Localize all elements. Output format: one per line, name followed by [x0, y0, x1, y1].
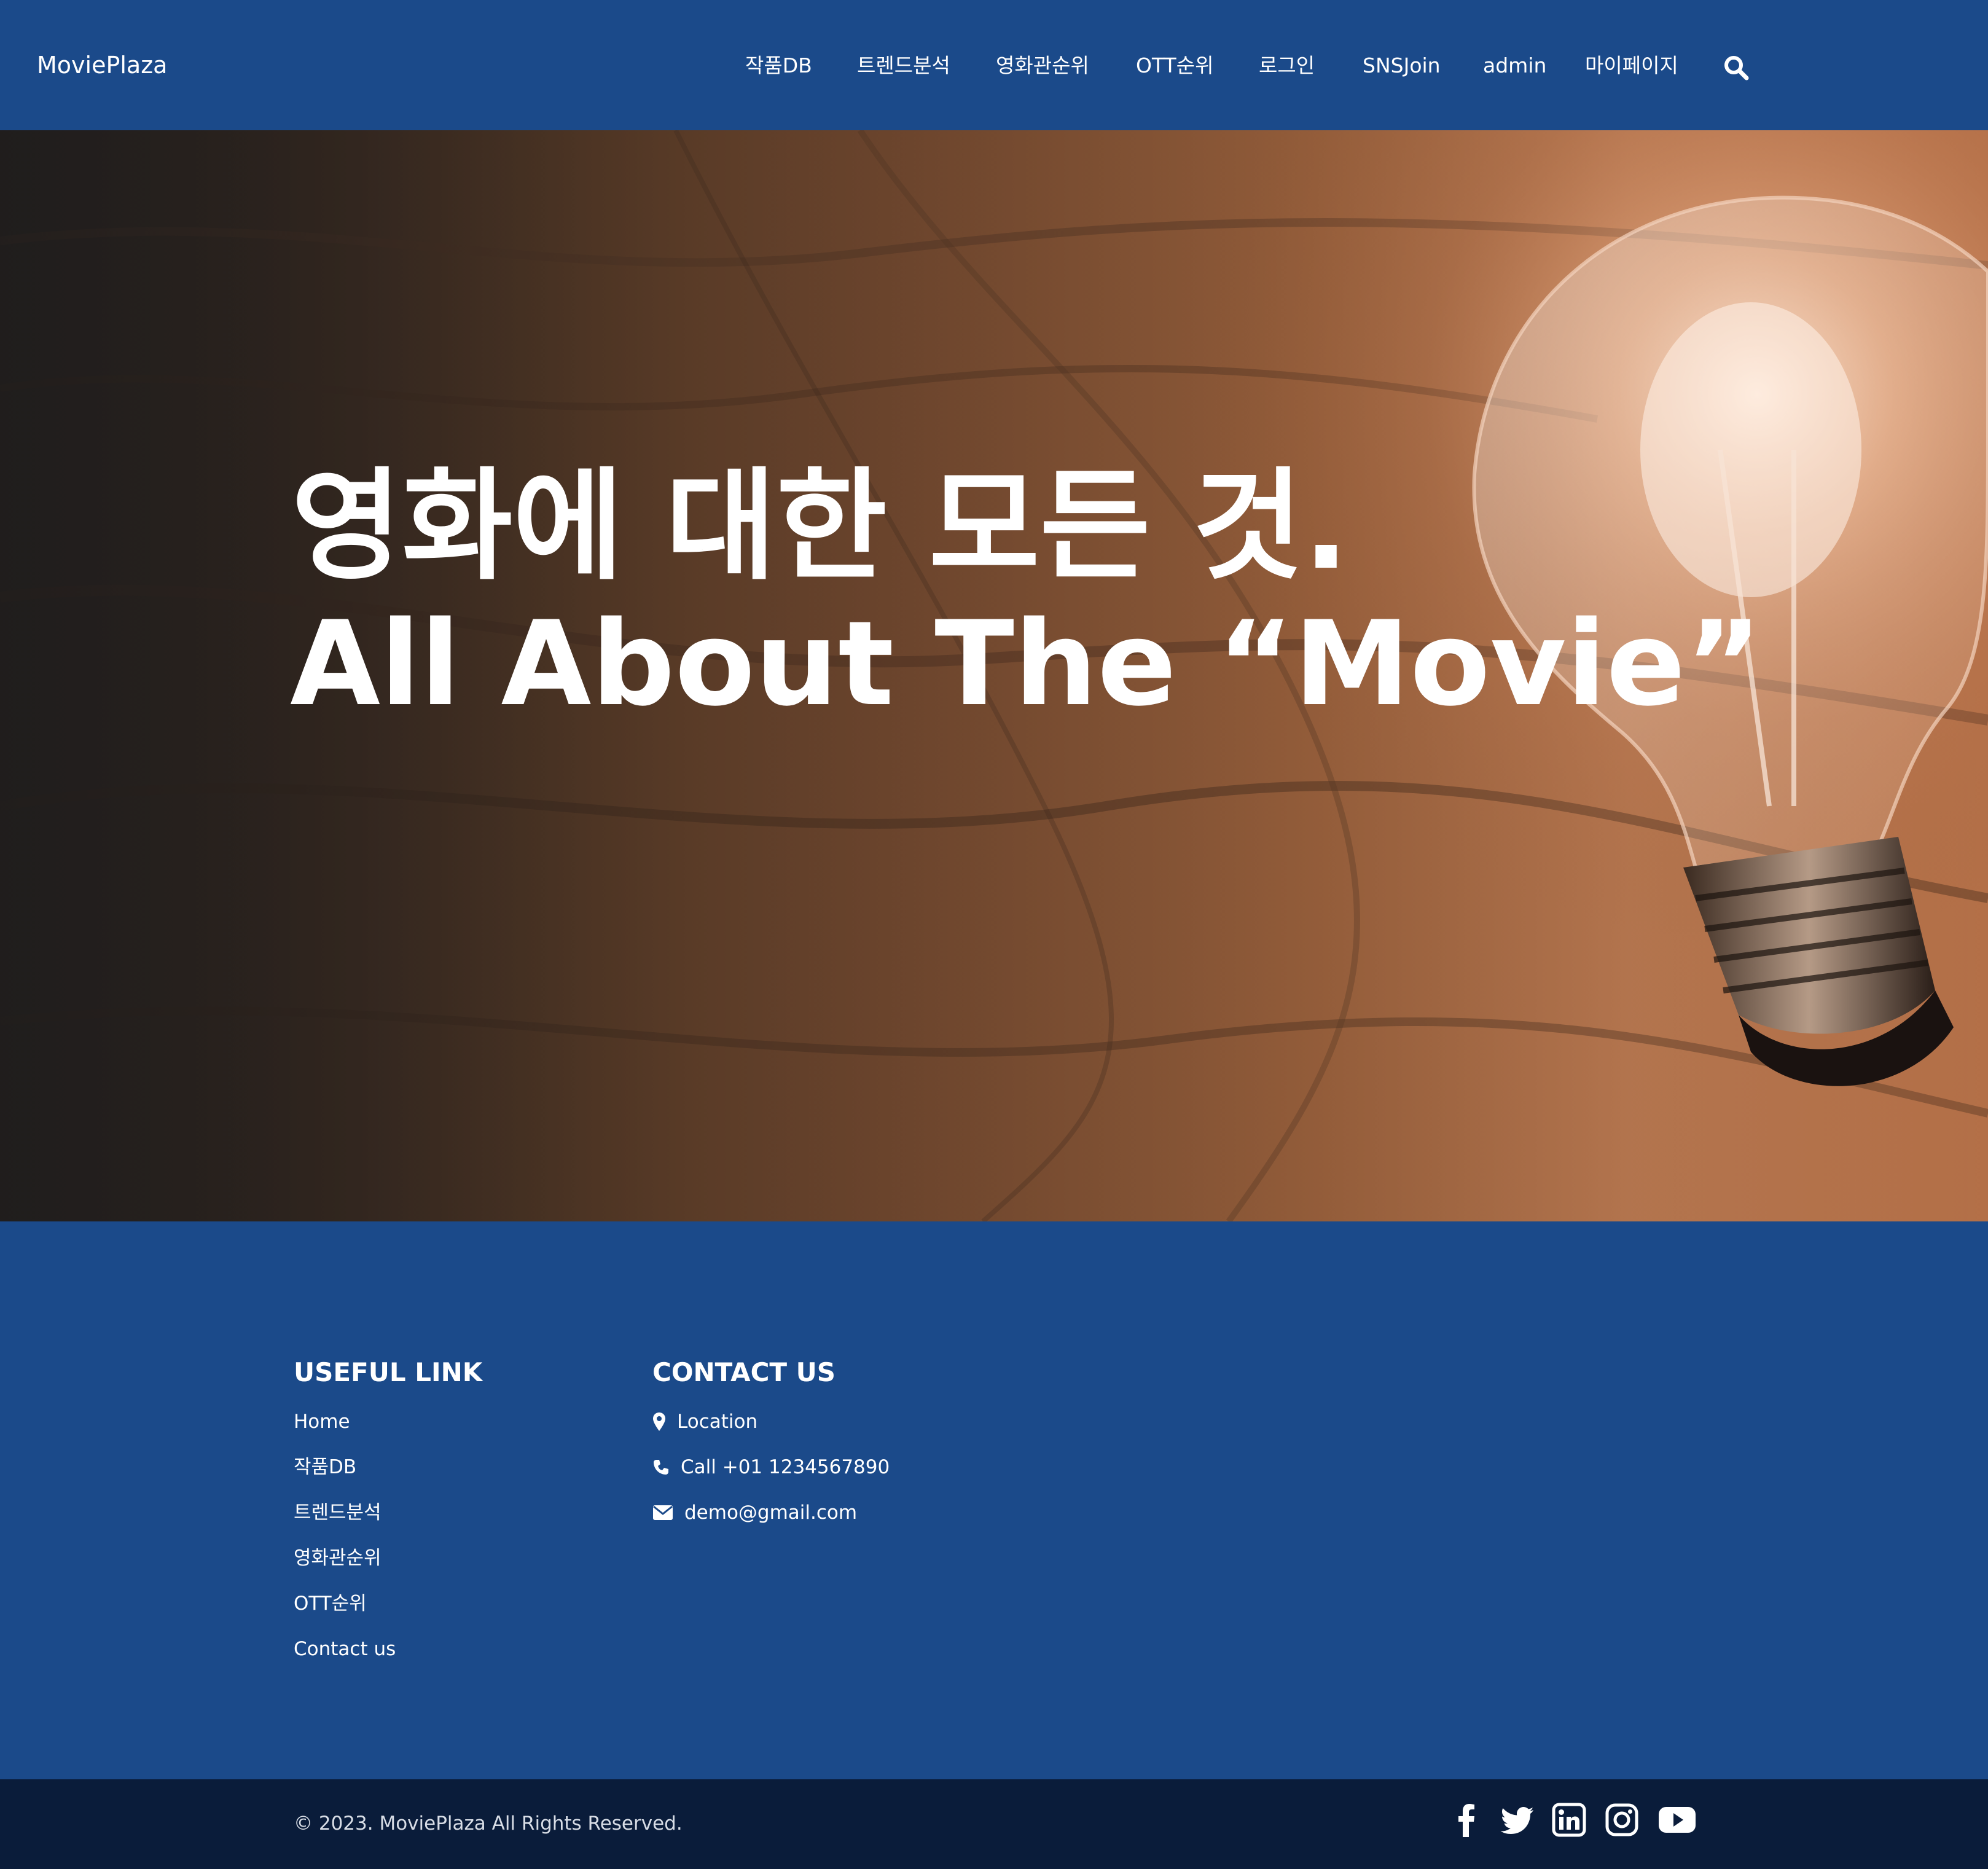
nav-item-sns-join[interactable]: SNSJoin: [1363, 49, 1441, 82]
contact-location: Location: [652, 1408, 757, 1435]
footer-link-trend-analysis[interactable]: 트렌드분석: [294, 1499, 382, 1526]
contact-phone: Call +01 1234567890: [652, 1454, 890, 1481]
phone-icon: [654, 1460, 668, 1475]
nav-item-login[interactable]: 로그인: [1259, 49, 1315, 82]
contact-location-text: Location: [677, 1411, 758, 1433]
facebook-icon[interactable]: [1449, 1801, 1485, 1838]
linkedin-icon[interactable]: [1551, 1801, 1587, 1838]
footer-link-ott-ranking[interactable]: OTT순위: [294, 1590, 367, 1617]
nav-item-trend-analysis[interactable]: 트렌드분석: [857, 49, 950, 82]
brand-logo[interactable]: MoviePlaza: [37, 48, 167, 82]
twitter-icon[interactable]: [1499, 1801, 1536, 1838]
instagram-icon[interactable]: [1603, 1801, 1640, 1838]
nav-item-ott-ranking[interactable]: OTT순위: [1136, 49, 1213, 82]
map-marker-icon: [653, 1413, 665, 1431]
search-icon[interactable]: [1723, 54, 1750, 81]
nav-item-theater-ranking[interactable]: 영화관순위: [996, 49, 1089, 82]
contact-us-title: CONTACT US: [652, 1357, 836, 1387]
navbar: MoviePlaza 작품DB 트렌드분석 영화관순위 OTT순위 로그인 SN…: [0, 0, 1988, 130]
useful-link-title: USEFUL LINK: [294, 1357, 483, 1387]
contact-email: demo@gmail.com: [652, 1499, 857, 1526]
footer-link-theater-ranking[interactable]: 영화관순위: [294, 1545, 382, 1572]
hero-title-english: All About The “Movie”: [290, 596, 1763, 732]
nav-item-admin[interactable]: admin: [1483, 49, 1546, 82]
envelope-icon: [653, 1505, 673, 1520]
footer-link-works-db[interactable]: 작품DB: [294, 1454, 356, 1481]
youtube-icon[interactable]: [1657, 1801, 1697, 1838]
contact-phone-text: Call +01 1234567890: [681, 1456, 890, 1478]
footer-bottom-bar: © 2023. MoviePlaza All Rights Reserved.: [0, 1779, 1988, 1869]
nav-item-works-db[interactable]: 작품DB: [745, 49, 812, 82]
hero-banner: 영화에 대한 모든 것. All About The “Movie”: [0, 130, 1988, 1221]
footer-links-section: USEFUL LINK Home 작품DB 트렌드분석 영화관순위 OTT순위 …: [0, 1221, 1988, 1779]
footer-link-contact-us[interactable]: Contact us: [294, 1636, 396, 1663]
hero-title-korean: 영화에 대한 모든 것.: [291, 456, 1349, 597]
nav-item-my-page[interactable]: 마이페이지: [1585, 49, 1678, 82]
copyright-text: © 2023. MoviePlaza All Rights Reserved.: [294, 1812, 683, 1835]
footer-link-home[interactable]: Home: [294, 1408, 350, 1435]
contact-email-text[interactable]: demo@gmail.com: [684, 1499, 857, 1526]
